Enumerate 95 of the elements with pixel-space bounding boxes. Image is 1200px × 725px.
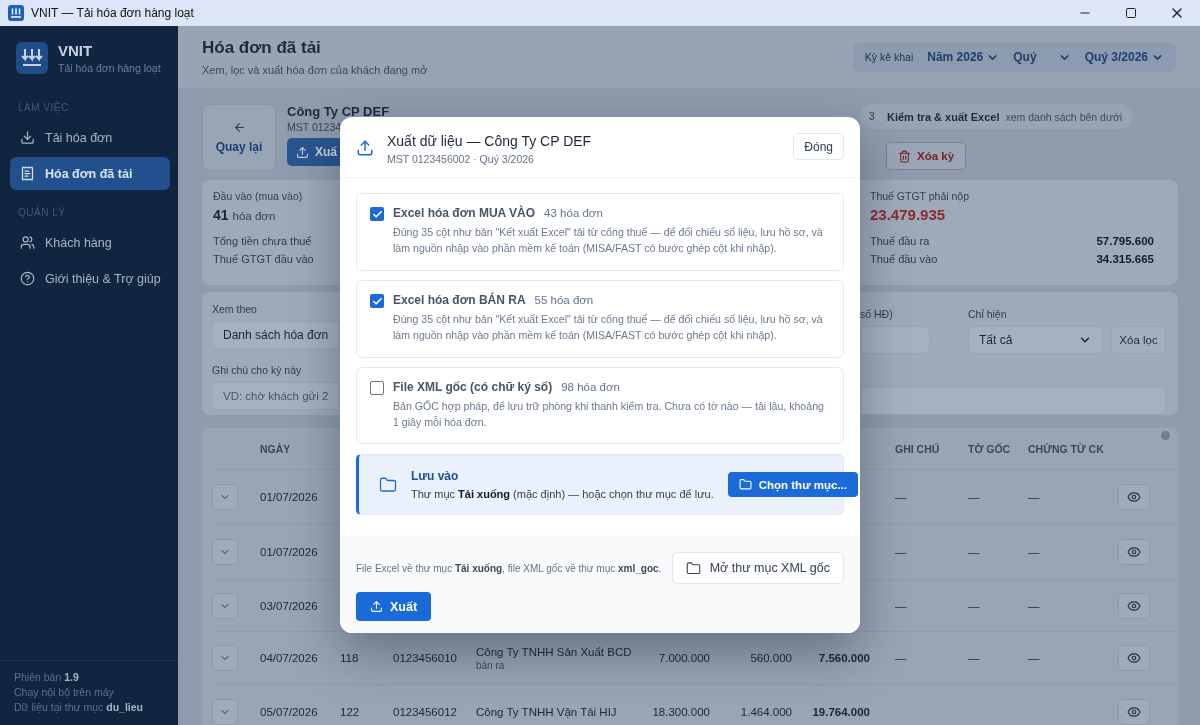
- table-cell-text: —: [968, 491, 981, 503]
- table-cell-text: 7.560.000: [817, 652, 870, 664]
- table-cell-text: —: [1028, 491, 1041, 503]
- column-header: NGÀY: [260, 442, 292, 455]
- option-title: Excel hóa đơn BÁN RA: [393, 293, 526, 307]
- note-field[interactable]: VD: chờ khách gửi 2: [212, 382, 340, 410]
- period-select[interactable]: Quý 3/2026: [1084, 50, 1164, 64]
- filter-label: Ghi chú cho kỳ này: [212, 364, 303, 376]
- table-cell-text: 04/07/2026: [260, 652, 319, 664]
- footer-text: Phiên bản 1.9: [14, 671, 80, 683]
- direction-label: bán ra: [476, 659, 506, 671]
- table-cell-text: 118: [340, 652, 360, 664]
- count-unit: hóa đơn: [232, 210, 276, 222]
- table-cell: Công Ty TNHH Sản Xuất BCD: [476, 645, 630, 658]
- stat-row-label: Thuế đầu vào: [870, 253, 938, 265]
- tax-amount: 23.479.935: [870, 206, 947, 223]
- view-select[interactable]: Danh sách hóa đơn: [212, 321, 340, 349]
- option-count: 98 hóa đơn: [561, 381, 620, 393]
- export-button[interactable]: Xuất: [356, 592, 432, 621]
- table-cell-text: —: [1028, 599, 1041, 612]
- clear-filter-button[interactable]: Xóa lọc: [1111, 326, 1166, 354]
- table-cell-text: —: [1028, 546, 1041, 558]
- option-description: Đúng 35 cột như bản "Kết xuất Excel" tải từ cổng thuế — để đối chiếu số liệu, lưu hồ sơ, và làm nguồn nhập vào phần mềm kế toán (MISA/FAST có bước ghép cột khi nhập).: [393, 312, 824, 344]
- table-cell-text: Công Ty TNHH Vận Tải HIJ: [476, 706, 618, 718]
- footer-note: File Excel về thư mục Tải xuống, file XML gốc về thư mục xml_goc.: [356, 562, 662, 574]
- app-name: VNIT: [58, 42, 94, 59]
- window-title: VNIT — Tải hóa đơn hàng loạt: [31, 6, 195, 20]
- table-cell-text: —: [968, 599, 981, 612]
- table-cell-text: 122: [340, 706, 361, 718]
- export-button[interactable]: Xuấ: [287, 138, 340, 166]
- nav-item[interactable]: Giới thiệu & Trợ giúp: [10, 262, 170, 295]
- table-cell-text: —: [894, 599, 908, 612]
- step-label: Kiểm tra & xuất Excel: [887, 110, 1000, 123]
- filter-label: Chỉ hiện: [968, 308, 1008, 320]
- delete-period-button[interactable]: Xóa kỳ: [886, 142, 967, 170]
- table-cell-text: 560.000: [749, 652, 792, 664]
- page-title: Hóa đơn đã tải: [202, 38, 322, 58]
- table-cell-text: —: [894, 546, 908, 558]
- table-cell-text: 18.300.000: [651, 706, 710, 718]
- stat-row-label: Tổng tiền chưa thuế: [213, 235, 312, 247]
- option-count: 55 hóa đơn: [534, 294, 594, 306]
- page-subtitle: Xem, lọc và xuất hóa đơn của khách đang mở: [202, 64, 428, 76]
- filter-label: số HĐ): [860, 308, 894, 320]
- period-label: Kỳ kê khai: [864, 51, 914, 63]
- app-subtitle: Tải hóa đơn hàng loạt: [58, 62, 161, 74]
- period-select[interactable]: Quý: [1013, 50, 1071, 64]
- table-cell-text: —: [1028, 652, 1041, 664]
- option-title: Excel hóa đơn MUA VÀO: [393, 206, 536, 220]
- table-cell-text: —: [968, 652, 981, 664]
- table-cell-text: 01/07/2026: [260, 491, 319, 503]
- nav-item[interactable]: Hóa đơn đã tải: [10, 157, 170, 190]
- table-cell-text: 0123456012: [393, 706, 458, 718]
- stat-row-value: 34.315.665: [1096, 253, 1154, 265]
- table-cell-text: —: [894, 652, 908, 664]
- footer-text: Dữ liệu tại thư mục du_lieu: [14, 701, 145, 713]
- save-description: Thư mục Tải xuống (mặc định) — hoặc chọn thư mục để lưu.: [411, 488, 714, 500]
- stat-row-label: Thuế GTGT đầu vào: [213, 253, 314, 265]
- company-name: Công Ty CP DEF: [287, 104, 391, 119]
- column-header: CHỨNG TỪ CK: [1028, 442, 1105, 455]
- dialog-title: Xuất dữ liệu — Công Ty CP DEF: [387, 133, 592, 149]
- table-cell-text: 7.000.000: [657, 652, 710, 664]
- open-xml-folder-button[interactable]: Mở thư mục XML gốc: [671, 552, 844, 584]
- save-title: Lưu vào: [411, 469, 460, 483]
- table-cell-text: 05/07/2026: [260, 706, 319, 718]
- table-cell-text: 1.464.000: [739, 706, 792, 718]
- invoice-count: 41: [213, 207, 229, 223]
- choose-folder-button[interactable]: Chọn thư mục...: [727, 472, 858, 497]
- stat-label: Thuế GTGT phải nộp: [870, 190, 971, 202]
- filter-label: Xem theo: [212, 303, 258, 315]
- table-cell-text: —: [894, 491, 908, 503]
- table-cell-text: —: [968, 546, 981, 558]
- stat-row-label: Thuế đầu ra: [870, 235, 930, 247]
- nav-item[interactable]: Khách hàng: [10, 226, 170, 259]
- footer-text: Chạy nội bộ trên máy: [14, 686, 115, 698]
- stat-row-value: 57.795.600: [1096, 235, 1154, 247]
- close-button[interactable]: Đóng: [793, 133, 844, 160]
- table-cell-text: 01/07/2026: [260, 546, 319, 558]
- table-cell-text: 19.764.000: [811, 706, 870, 718]
- stat-label: Đầu vào (mua vào): [213, 190, 304, 202]
- column-header: TỜ GỐC: [968, 442, 1012, 455]
- show-select[interactable]: Tất cả: [968, 326, 1103, 354]
- option-title: File XML gốc (có chữ ký số): [393, 380, 553, 394]
- step-hint: xem danh sách bên dưới: [1005, 110, 1123, 123]
- option-count: 43 hóa đơn: [544, 207, 603, 219]
- dialog-subtitle: MST 0123456002 · Quý 3/2026: [387, 153, 535, 165]
- option-description: Đúng 35 cột như bản "Kết xuất Excel" tải từ cổng thuế — để đối chiếu số liệu, lưu hồ sơ, và làm nguồn nhập vào phần mềm kế toán (MISA/FAST có bước ghép cột khi nhập).: [393, 225, 824, 257]
- table-cell-text: 03/07/2026: [260, 599, 319, 612]
- nav-item[interactable]: Tải hóa đơn: [10, 121, 170, 154]
- step-number: 3: [869, 111, 876, 122]
- company-tax-code: MST 01234: [287, 121, 343, 133]
- option-description: Bản GỐC hợp pháp, để lưu trữ phòng khi thanh kiểm tra. Chưa có tờ nào — tải lâu, khoảng 1 giây mỗi hóa đơn.: [393, 399, 825, 431]
- back-button[interactable]: Quay lại: [202, 104, 276, 171]
- table-cell-text: 0123456010: [393, 652, 458, 664]
- column-header: GHI CHÚ: [894, 442, 941, 455]
- period-select[interactable]: Năm 2026: [927, 50, 1000, 64]
